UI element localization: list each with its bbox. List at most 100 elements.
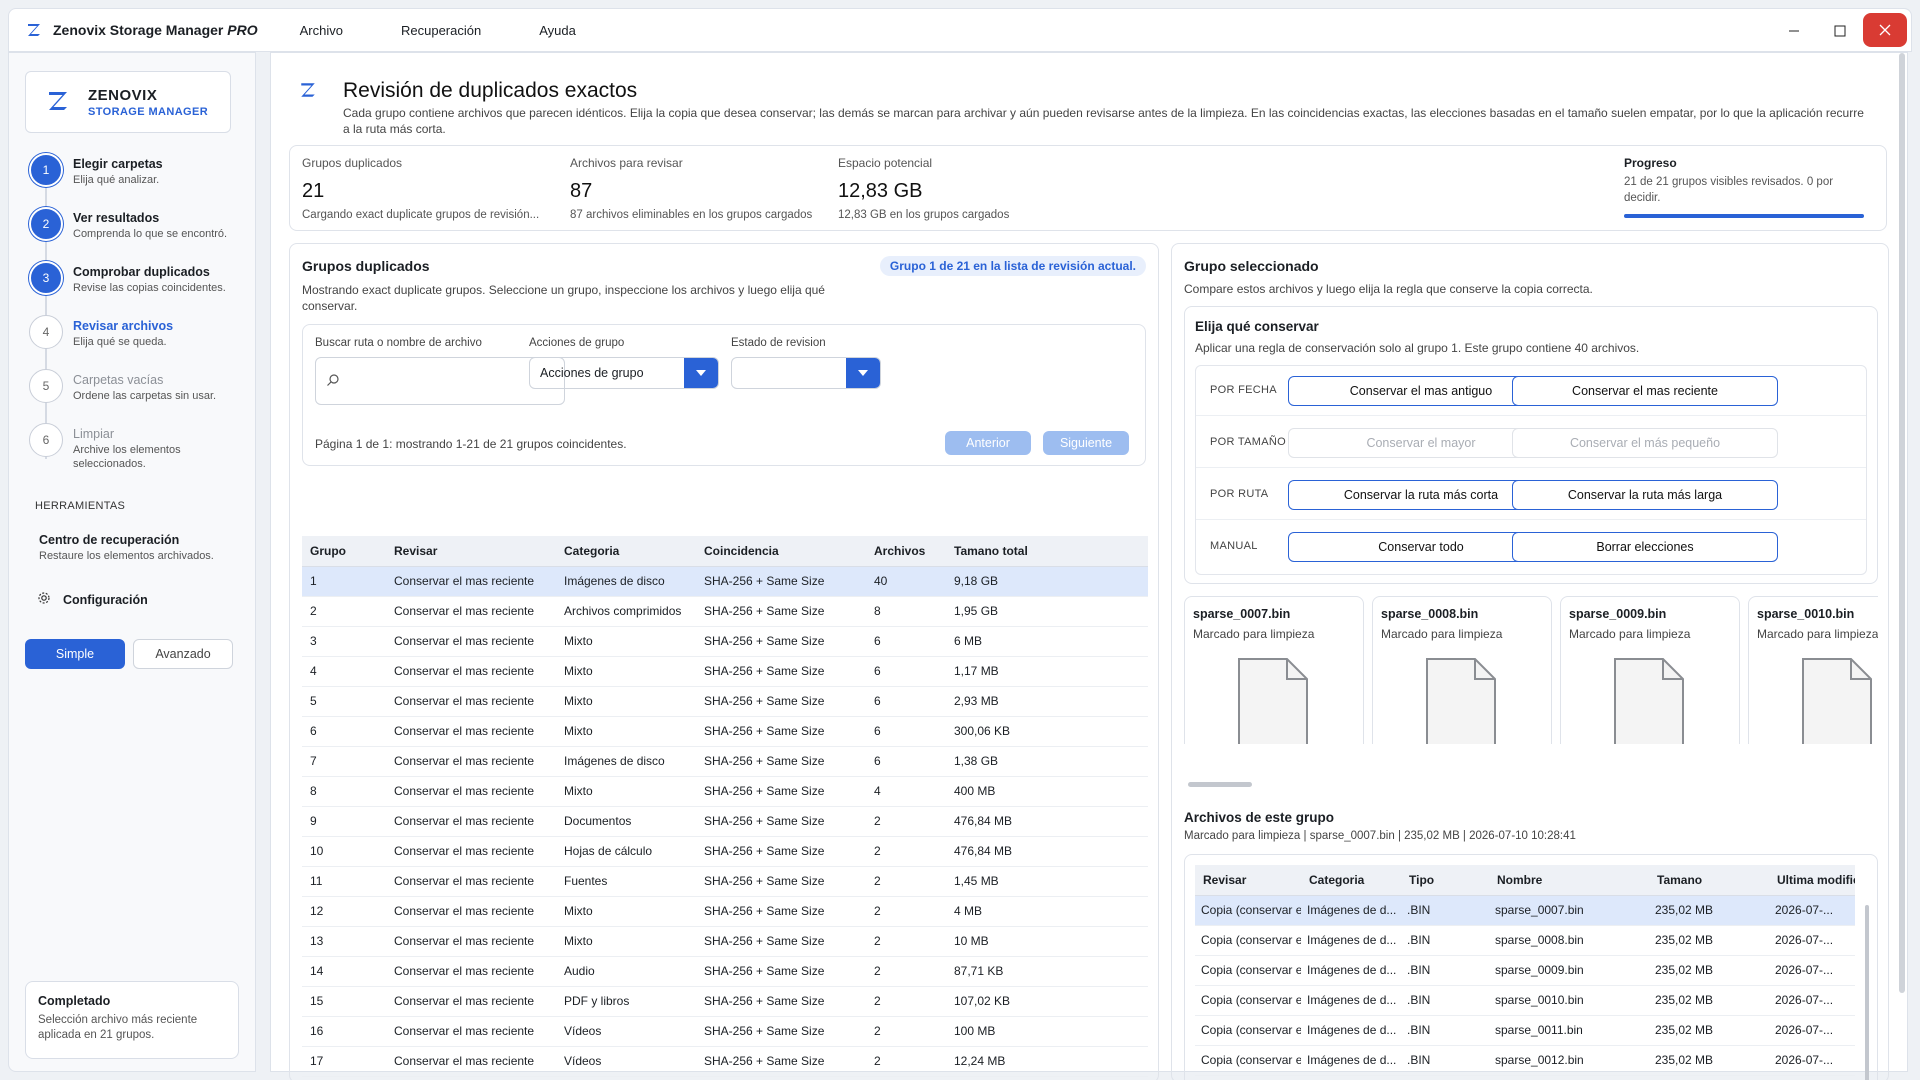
step-ver-resultados[interactable]: 2 Ver resultados Comprenda lo que se enco…	[29, 207, 249, 261]
table-row[interactable]: 11 Conservar el mas reciente Fuentes SHA-25…	[302, 866, 1148, 897]
review-status-label: Estado de revision	[731, 337, 826, 349]
table-row[interactable]: 4 Conservar el mas reciente Mixto SHA-256 +…	[302, 656, 1148, 687]
step-number: 6	[29, 423, 63, 457]
rule-option-button[interactable]: Conservar el más pequeño	[1512, 428, 1778, 458]
table-cell: 40	[866, 566, 946, 597]
table-cell: Conservar el mas reciente	[386, 956, 556, 987]
step-number: 2	[29, 207, 63, 241]
rules-list: POR FECHA Conservar el mas antiguo Conserv…	[1195, 365, 1867, 575]
column-header[interactable]: Categoria	[1301, 865, 1401, 896]
step-elegir-carpetas[interactable]: 1 Elegir carpetas Elija qué analizar.	[29, 153, 249, 207]
menu-ayuda[interactable]: Ayuda	[539, 23, 576, 38]
menu-archivo[interactable]: Archivo	[300, 23, 343, 38]
file-card[interactable]: sparse_0007.bin Marcado para limpieza	[1184, 596, 1364, 744]
table-row[interactable]: 1 Conservar el mas reciente Imágenes de di…	[302, 566, 1148, 597]
column-header[interactable]: Ultima modificación	[1769, 865, 1855, 896]
table-row[interactable]: 13 Conservar el mas reciente Mixto SHA-256 …	[302, 926, 1148, 957]
close-icon	[1879, 24, 1891, 36]
table-cell: Conservar el mas reciente	[386, 566, 556, 597]
column-header[interactable]: Nombre	[1489, 865, 1649, 896]
table-cell: 17	[302, 1046, 386, 1077]
file-card[interactable]: sparse_0009.bin Marcado para limpieza	[1560, 596, 1740, 744]
step-comprobar-duplicados[interactable]: 3 Comprobar duplicados Revise las copias …	[29, 261, 249, 315]
column-header[interactable]: Revisar	[386, 536, 556, 567]
keep-rules-box: Elija qué conservar Aplicar una regla de…	[1184, 306, 1878, 584]
chevron-down-icon	[846, 358, 880, 388]
step-carpetas-vacias[interactable]: 5 Carpetas vacías Ordene las carpetas sin…	[29, 369, 249, 423]
stats-bar: Grupos duplicados 21 Cargando exact dupl…	[289, 145, 1887, 231]
previous-page-button[interactable]: Anterior	[945, 431, 1031, 455]
table-cell: 10 MB	[946, 926, 1148, 957]
column-header[interactable]: Categoria	[556, 536, 696, 567]
table-row[interactable]: 9 Conservar el mas reciente Documentos SHA-…	[302, 806, 1148, 837]
table-cell: Conservar el mas reciente	[386, 896, 556, 927]
table-cell: Conservar el mas reciente	[386, 686, 556, 717]
step-limpiar[interactable]: 6 Limpiar Archive los elementos seleccion…	[29, 423, 249, 477]
table-cell: 235,02 MB	[1649, 925, 1769, 956]
close-button[interactable]	[1863, 13, 1907, 47]
table-row[interactable]: Copia (conservar el...Imágenes de d....B…	[1195, 1015, 1855, 1046]
brand-name: ZENOVIX	[88, 86, 158, 104]
stat-potential-space: Espacio potencial 12,83 GB 12,83 GB en l…	[838, 156, 1009, 221]
table-cell: Conservar el mas reciente	[386, 806, 556, 837]
table-row[interactable]: 3 Conservar el mas reciente Mixto SHA-256 +…	[302, 626, 1148, 657]
table-row[interactable]: Copia (conservar el...Imágenes de d....B…	[1195, 1045, 1855, 1076]
brand-logo-icon	[46, 89, 76, 116]
table-row[interactable]: 8 Conservar el mas reciente Mixto SHA-256 +…	[302, 776, 1148, 807]
table-row[interactable]: 16 Conservar el mas reciente Vídeos SHA-256…	[302, 1016, 1148, 1047]
table-row[interactable]: 12 Conservar el mas reciente Mixto SHA-256 …	[302, 896, 1148, 927]
column-header[interactable]: Tamano total	[946, 536, 1148, 567]
table-row[interactable]: Copia (conservar el...Imágenes de d....B…	[1195, 925, 1855, 956]
group-actions-select[interactable]: Acciones de grupo	[529, 357, 719, 389]
table-row[interactable]: Copia (conservar el...Imágenes de d....B…	[1195, 955, 1855, 986]
table-cell: 2026-07-...	[1769, 1045, 1855, 1076]
file-card[interactable]: sparse_0010.bin Marcado para limpieza	[1748, 596, 1878, 744]
next-page-button[interactable]: Siguiente	[1043, 431, 1129, 455]
files-scrollbar[interactable]	[1865, 905, 1869, 1080]
table-row[interactable]: Copia (conservar el...Imágenes de d....B…	[1195, 985, 1855, 1016]
mode-toggle: Simple Avanzado	[25, 639, 241, 669]
rule-option-button[interactable]: Conservar la ruta más larga	[1512, 480, 1778, 510]
table-cell: Hojas de cálculo	[556, 836, 696, 867]
step-revisar-archivos[interactable]: 4 Revisar archivos Elija qué se queda.	[29, 315, 249, 369]
recovery-subtitle: Restaure los elementos archivados.	[39, 550, 214, 562]
mode-advanced-button[interactable]: Avanzado	[133, 639, 233, 669]
column-header[interactable]: Coincidencia	[696, 536, 866, 567]
rule-option-button[interactable]: Conservar el mas reciente	[1512, 376, 1778, 406]
review-status-select[interactable]	[731, 357, 881, 389]
table-cell: sparse_0012.bin	[1489, 1045, 1649, 1076]
table-row[interactable]: 5 Conservar el mas reciente Mixto SHA-256 +…	[302, 686, 1148, 717]
rule-option-button[interactable]: Borrar elecciones	[1512, 532, 1778, 562]
column-header[interactable]: Tipo	[1401, 865, 1489, 896]
column-header[interactable]: Tamano	[1649, 865, 1769, 896]
table-cell: Imágenes de d...	[1301, 895, 1401, 926]
table-row[interactable]: 2 Conservar el mas reciente Archivos compr…	[302, 596, 1148, 627]
menu-recuperacion[interactable]: Recuperación	[401, 23, 481, 38]
cards-scrollbar[interactable]	[1188, 782, 1252, 787]
main-scrollbar[interactable]	[1899, 53, 1905, 993]
completion-title: Completado	[38, 994, 111, 1008]
file-card[interactable]: sparse_0008.bin Marcado para limpieza	[1372, 596, 1552, 744]
table-row[interactable]: 7 Conservar el mas reciente Imágenes de di…	[302, 746, 1148, 777]
table-cell: Imágenes de d...	[1301, 955, 1401, 986]
configuration-link[interactable]: Configuración	[37, 591, 148, 608]
table-row[interactable]: 6 Conservar el mas reciente Mixto SHA-256 +…	[302, 716, 1148, 747]
table-row[interactable]: 15 Conservar el mas reciente PDF y libros S…	[302, 986, 1148, 1017]
progress-section: Progreso 21 de 21 grupos visibles revisa…	[1624, 146, 1876, 232]
table-row[interactable]: 17 Conservar el mas reciente Vídeos SHA-256…	[302, 1046, 1148, 1077]
column-header[interactable]: Archivos	[866, 536, 946, 567]
mode-simple-button[interactable]: Simple	[25, 639, 125, 669]
step-number: 3	[29, 261, 63, 295]
app-title: Zenovix Storage Manager PRO	[53, 22, 258, 38]
file-document-icon	[1425, 657, 1497, 744]
search-input[interactable]	[315, 357, 565, 405]
column-header[interactable]: Grupo	[302, 536, 386, 567]
table-row[interactable]: Copia (conservar el...Imágenes de d....B…	[1195, 895, 1855, 926]
table-cell: 2	[302, 596, 386, 627]
maximize-button[interactable]	[1817, 9, 1863, 53]
column-header[interactable]: Revisar	[1195, 865, 1301, 896]
table-row[interactable]: 14 Conservar el mas reciente Audio SHA-256 …	[302, 956, 1148, 987]
minimize-button[interactable]	[1771, 9, 1817, 53]
recovery-center-link[interactable]: Centro de recuperación Restaure los elem…	[39, 533, 214, 562]
table-row[interactable]: 10 Conservar el mas reciente Hojas de cálc…	[302, 836, 1148, 867]
